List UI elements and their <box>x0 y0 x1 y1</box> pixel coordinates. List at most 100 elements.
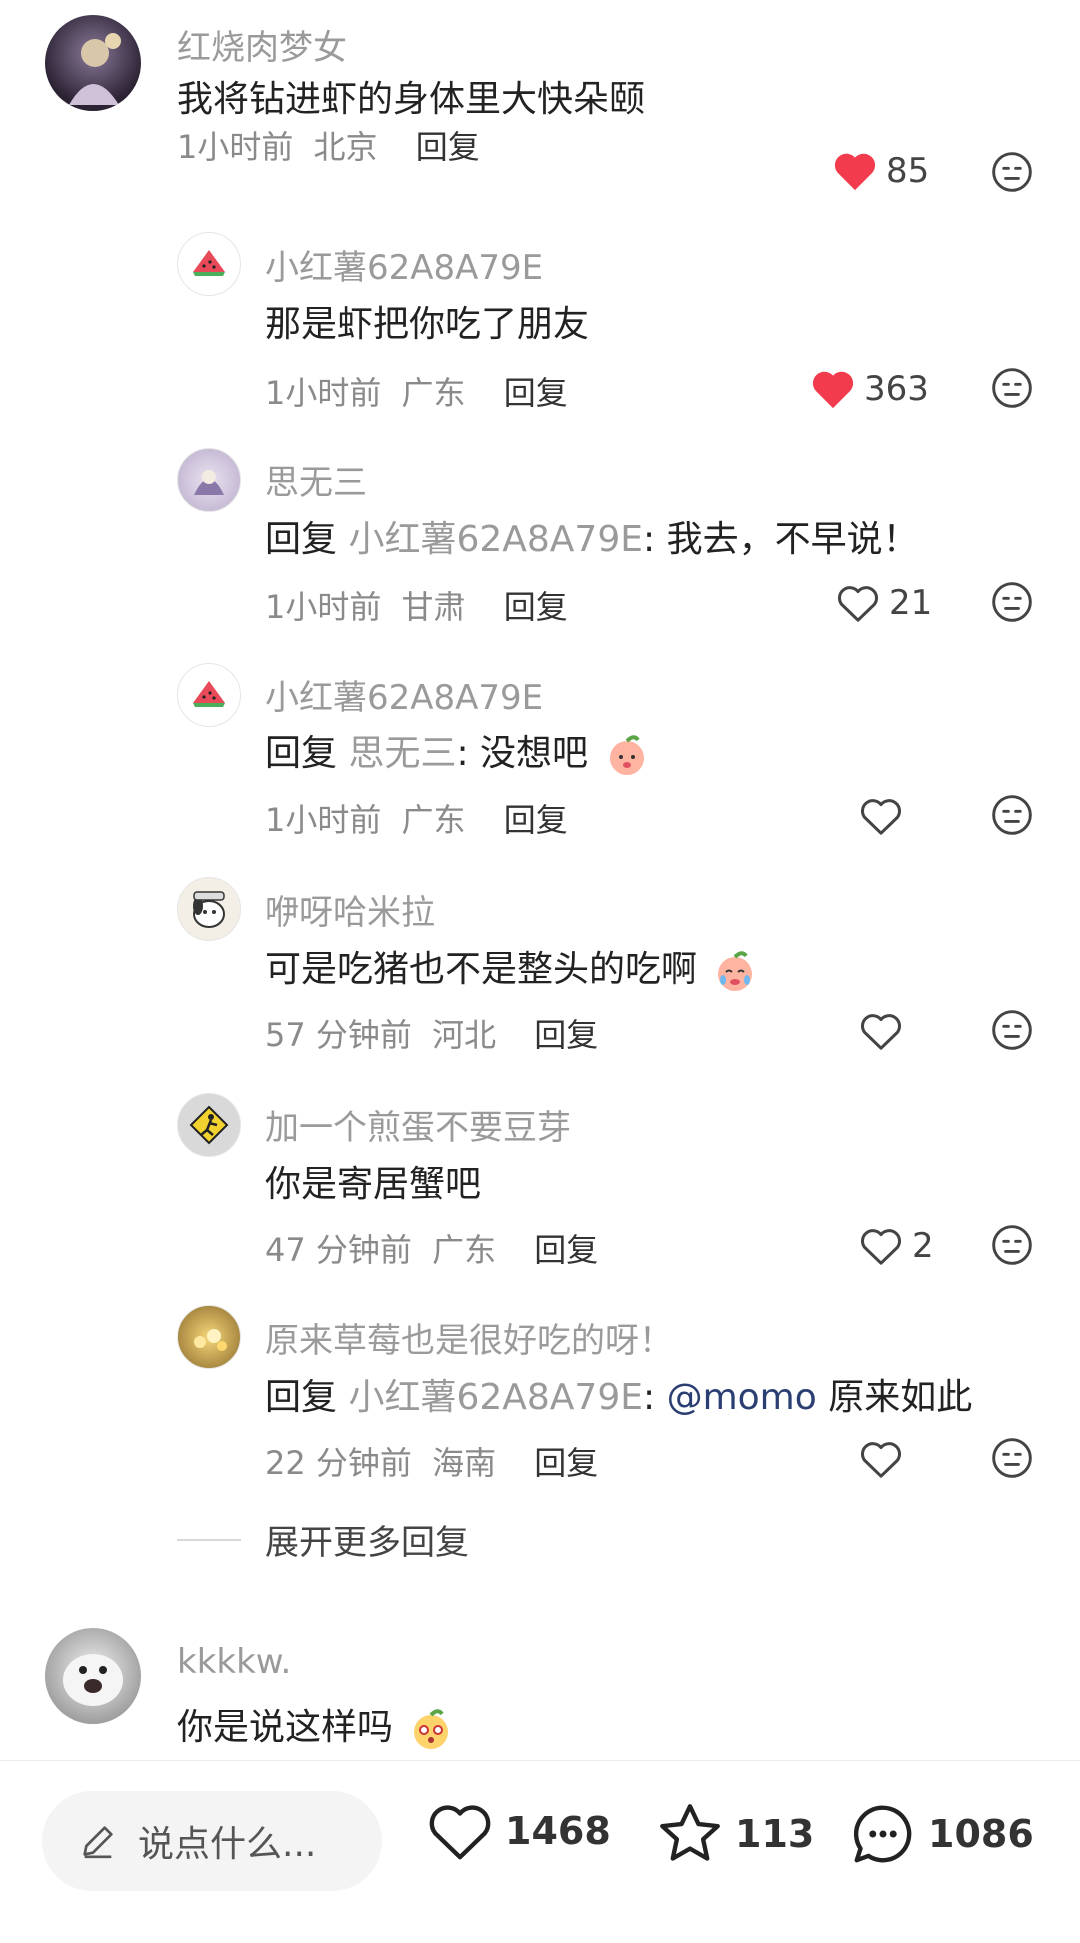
comment-text: 你是寄居蟹吧 <box>265 1164 482 1205</box>
reply-body: 可是吃猪也不是整头的吃啊 <box>265 949 698 990</box>
heart-outline-icon <box>860 799 902 835</box>
avatar[interactable] <box>177 1093 241 1157</box>
shocked-emoji-icon <box>414 1709 449 1749</box>
like-button[interactable] <box>858 795 904 837</box>
avatar[interactable] <box>177 448 241 512</box>
time: 1小时前 <box>265 801 382 839</box>
like-button[interactable] <box>858 1438 904 1480</box>
username[interactable]: 咿呀哈米拉 <box>265 885 435 934</box>
username[interactable]: 小红薯62A8A79E <box>265 240 543 289</box>
heart-outline-icon <box>860 1014 902 1050</box>
location: 北京 <box>313 128 378 166</box>
time: 22 分钟前 <box>265 1444 412 1482</box>
expand-more-label: 展开更多回复 <box>265 1523 469 1563</box>
comment-total: 1086 <box>928 1812 1034 1856</box>
meh-face-icon[interactable] <box>990 793 1034 837</box>
username[interactable]: 红烧肉梦女 <box>177 20 347 69</box>
like-post-button[interactable]: 1468 <box>425 1799 611 1863</box>
comment-meta: 1小时前 广东 回复 <box>265 795 568 841</box>
reply-button[interactable]: 回复 <box>534 1016 598 1054</box>
location: 海南 <box>432 1444 497 1482</box>
meh-face-icon[interactable] <box>990 366 1034 410</box>
avatar[interactable] <box>177 232 241 296</box>
comment-input[interactable]: 说点什么... <box>42 1791 382 1891</box>
pencil-icon <box>83 1826 113 1859</box>
reply-button[interactable]: 回复 <box>534 1231 598 1269</box>
comment-meta: 22 分钟前 海南 回复 <box>265 1438 598 1484</box>
reply-body: 原来如此 <box>816 1377 973 1418</box>
heart-outline-icon <box>860 1229 902 1265</box>
reply-button[interactable]: 回复 <box>504 374 568 412</box>
time: 1小时前 <box>265 374 382 412</box>
reply-colon: : <box>643 1377 667 1418</box>
username[interactable]: 加一个煎蛋不要豆芽 <box>265 1100 571 1149</box>
username[interactable]: kkkkw. <box>177 1642 291 1682</box>
avatar[interactable] <box>177 877 241 941</box>
like-button[interactable]: 2 <box>858 1225 934 1267</box>
comment-text: 可是吃猪也不是整头的吃啊 <box>265 940 758 994</box>
comment-meta: 57 分钟前 河北 回复 <box>265 1010 598 1056</box>
location: 广东 <box>401 801 466 839</box>
peach-emoji-icon <box>609 735 644 775</box>
like-button[interactable]: 363 <box>810 368 929 410</box>
time: 47 分钟前 <box>265 1231 412 1269</box>
reply-button[interactable]: 回复 <box>504 588 568 626</box>
heart-outline-icon <box>429 1805 491 1860</box>
comment-text: 回复 思无三: 没想吧 <box>265 724 650 778</box>
location: 甘肃 <box>401 588 466 626</box>
comment-meta: 1小时前 甘肃 回复 <box>265 582 568 628</box>
location: 河北 <box>432 1016 497 1054</box>
chat-bubble-icon <box>853 1805 912 1863</box>
heart-filled-icon <box>812 371 854 409</box>
meh-face-icon[interactable] <box>990 150 1034 194</box>
expand-more-replies[interactable]: 展开更多回复 <box>177 1515 469 1564</box>
avatar[interactable] <box>45 1628 141 1724</box>
username[interactable]: 思无三 <box>265 455 367 504</box>
comment-button[interactable]: 1086 <box>848 1799 1034 1869</box>
meh-face-icon[interactable] <box>990 1436 1034 1480</box>
heart-filled-icon <box>834 153 876 191</box>
like-button[interactable]: 85 <box>832 150 929 192</box>
comment-meta: 1小时前 北京 回复 <box>177 122 480 168</box>
location: 广东 <box>401 374 466 412</box>
meh-face-icon[interactable] <box>990 1223 1034 1267</box>
comment-text: 回复 小红薯62A8A79E: @momo 原来如此 <box>265 1368 972 1420</box>
crying-emoji-icon <box>718 951 753 991</box>
reply-button[interactable]: 回复 <box>416 128 480 166</box>
like-count: 85 <box>886 151 930 191</box>
like-count: 2 <box>912 1226 934 1266</box>
comment-body: 你是说这样吗 <box>177 1707 394 1748</box>
reply-prefix: 回复 <box>265 519 338 560</box>
reply-button[interactable]: 回复 <box>504 801 568 839</box>
star-total: 113 <box>735 1812 815 1856</box>
avatar[interactable] <box>45 15 141 111</box>
comment-meta: 47 分钟前 广东 回复 <box>265 1225 598 1271</box>
like-button[interactable] <box>858 1010 904 1052</box>
username[interactable]: 小红薯62A8A79E <box>265 670 543 719</box>
like-count: 363 <box>864 369 929 409</box>
time: 57 分钟前 <box>265 1016 412 1054</box>
like-count: 21 <box>889 583 933 623</box>
avatar[interactable] <box>177 663 241 727</box>
reply-button[interactable]: 回复 <box>534 1444 598 1482</box>
reply-prefix: 回复 <box>265 733 338 774</box>
avatar[interactable] <box>177 1305 241 1369</box>
reply-body: : 我去，不早说！ <box>643 519 919 560</box>
bottom-action-bar: 说点什么... 1468 113 1086 <box>0 1760 1080 1943</box>
reply-target[interactable]: 小红薯62A8A79E <box>348 1377 643 1418</box>
collect-button[interactable]: 113 <box>655 1799 814 1869</box>
comment-text: 你是说这样吗 <box>177 1698 454 1752</box>
time: 1小时前 <box>265 588 382 626</box>
comment-text: 回复 小红薯62A8A79E: 我去，不早说！ <box>265 510 919 562</box>
mention-link[interactable]: @momo <box>667 1377 817 1418</box>
username[interactable]: 原来草莓也是很好吃的呀！ <box>265 1313 673 1362</box>
reply-target[interactable]: 小红薯62A8A79E <box>348 519 643 560</box>
time: 1小时前 <box>177 128 294 166</box>
reply-body: : 没想吧 <box>456 733 589 774</box>
like-button[interactable]: 21 <box>835 582 932 624</box>
meh-face-icon[interactable] <box>990 580 1034 624</box>
heart-outline-icon <box>860 1442 902 1478</box>
input-placeholder: 说点什么... <box>138 1824 317 1865</box>
meh-face-icon[interactable] <box>990 1008 1034 1052</box>
reply-target[interactable]: 思无三 <box>348 733 456 774</box>
